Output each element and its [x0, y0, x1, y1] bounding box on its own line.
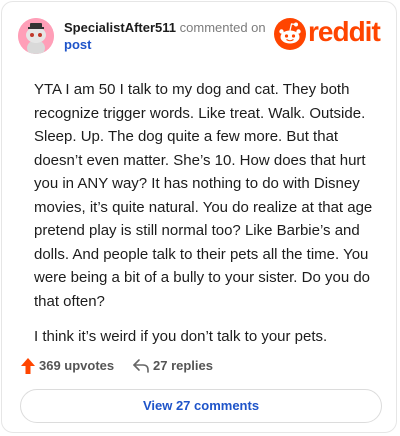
reply-count: 27 replies	[153, 358, 213, 373]
reddit-logo[interactable]: reddit	[274, 16, 381, 50]
comment-actions: 369 upvotes 27 replies	[20, 355, 320, 377]
comment-header: SpecialistAfter511 commented on post red…	[18, 16, 381, 60]
reply-arrow-icon[interactable]	[132, 358, 150, 374]
author-name[interactable]: SpecialistAfter511	[64, 20, 176, 35]
view-comments-button[interactable]: View 27 comments	[20, 389, 382, 423]
comment-paragraph: YTA I am 50 I talk to my dog and cat. Th…	[34, 81, 373, 310]
comment-action-text: commented on	[179, 20, 266, 35]
snoo-avatar-icon	[18, 18, 54, 54]
comment-body: YTA I am 50 I talk to my dog and cat. Th…	[34, 78, 379, 361]
author-line: SpecialistAfter511 commented on	[64, 20, 266, 35]
avatar[interactable]	[18, 18, 54, 54]
upvote-count: 369 upvotes	[39, 358, 115, 373]
comment-paragraph: I think it’s weird if you don’t talk to …	[34, 328, 328, 345]
upvote-arrow-icon[interactable]	[20, 357, 36, 375]
post-link[interactable]: post	[64, 37, 91, 52]
comment-card: SpecialistAfter511 commented on post red…	[1, 1, 397, 433]
reddit-logo-icon	[274, 18, 306, 50]
brand-wordmark: reddit	[308, 16, 381, 47]
